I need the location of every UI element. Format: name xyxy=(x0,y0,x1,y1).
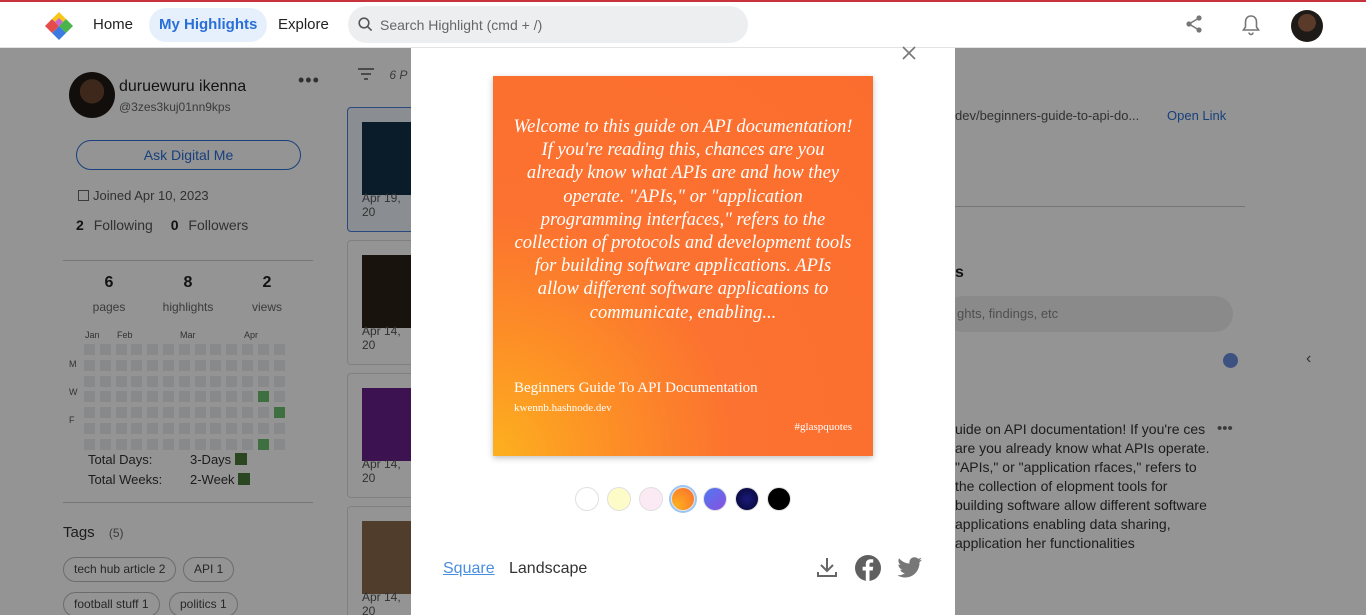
nav-my-highlights[interactable]: My Highlights xyxy=(149,8,268,42)
search-icon xyxy=(358,17,373,32)
nav-explore[interactable]: Explore xyxy=(268,8,339,42)
color-swatch-white[interactable] xyxy=(575,487,599,511)
color-swatch-purple[interactable] xyxy=(703,487,727,511)
format-square-link[interactable]: Square xyxy=(443,560,495,578)
quote-source: kwennb.hashnode.dev xyxy=(514,402,612,414)
quote-image-preview: Welcome to this guide on API documentati… xyxy=(493,76,873,456)
quote-hashtag: #glaspquotes xyxy=(794,421,852,433)
color-swatch-pink[interactable] xyxy=(639,487,663,511)
close-icon[interactable] xyxy=(900,44,918,62)
color-swatch-navy[interactable] xyxy=(735,487,759,511)
user-avatar[interactable] xyxy=(1291,10,1323,42)
twitter-icon[interactable] xyxy=(897,557,923,584)
share-icon[interactable] xyxy=(1184,14,1204,39)
download-icon[interactable] xyxy=(815,555,839,584)
facebook-icon[interactable] xyxy=(854,554,882,587)
search-input[interactable] xyxy=(380,6,740,43)
nav-home[interactable]: Home xyxy=(83,8,143,42)
glasp-logo-icon[interactable] xyxy=(44,11,74,41)
search-bar[interactable] xyxy=(348,6,748,43)
top-navbar: Home My Highlights Explore xyxy=(0,2,1366,48)
color-swatch-black[interactable] xyxy=(767,487,791,511)
format-landscape-link[interactable]: Landscape xyxy=(509,560,587,578)
quote-article-title: Beginners Guide To API Documentation xyxy=(514,380,758,396)
color-swatch-orange[interactable] xyxy=(671,487,695,511)
quote-text: Welcome to this guide on API documentati… xyxy=(513,117,853,323)
share-quote-modal: Welcome to this guide on API documentati… xyxy=(411,46,955,615)
color-swatch-yellow[interactable] xyxy=(607,487,631,511)
bell-icon[interactable] xyxy=(1241,14,1261,41)
